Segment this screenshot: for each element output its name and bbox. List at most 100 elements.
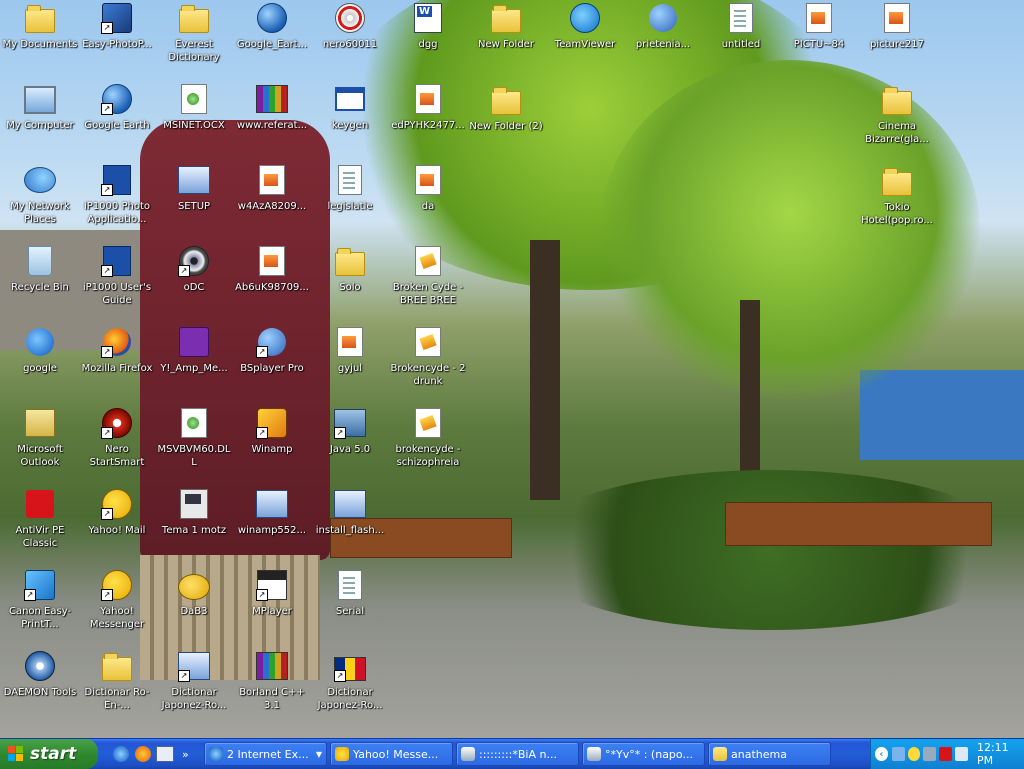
show-desktop-icon[interactable]	[156, 745, 174, 763]
desktop-icon[interactable]: www.referat...	[232, 83, 312, 161]
desktop-icon[interactable]: ↗ Dictionar Japonez-Ro...	[154, 650, 234, 728]
desktop-icon[interactable]: ↗ Yahoo! Mail	[77, 488, 157, 566]
nero-cd-icon	[334, 2, 366, 34]
desktop-icon[interactable]: dgg	[388, 2, 468, 80]
fish-icon	[178, 569, 210, 601]
desktop-icon[interactable]: My Network Places	[0, 164, 80, 242]
folder-icon	[178, 2, 210, 34]
desktop-icon[interactable]: ↗ Easy-PhotoP...	[77, 2, 157, 80]
desktop-icon[interactable]: ↗ Mozilla Firefox	[77, 326, 157, 404]
desktop-icon[interactable]: Broken Cyde - BREE BREE	[388, 245, 468, 323]
desktop-icon[interactable]: DAEMON Tools	[0, 650, 80, 728]
desktop-icon[interactable]: Cinema Bizarre(gla...	[857, 84, 937, 162]
desktop-icon[interactable]: ↗ Winamp	[232, 407, 312, 485]
desktop-icon[interactable]: New Folder (2)	[466, 84, 546, 162]
desktop-icon[interactable]: Dictionar Ro-En-...	[77, 650, 157, 728]
start-button[interactable]: start	[0, 739, 98, 769]
desktop-icon[interactable]: PICTU~84	[779, 2, 859, 80]
desktop-icon[interactable]: My Documents	[0, 2, 80, 80]
desktop-icon[interactable]: picture217	[857, 2, 937, 80]
desktop-icon-label: Cinema Bizarre(gla...	[865, 121, 929, 145]
ie-icon[interactable]	[112, 745, 130, 763]
desktop-icon[interactable]: SETUP	[154, 164, 234, 242]
desktop-icon[interactable]: Borland C++ 3.1	[232, 650, 312, 728]
daemon-tools-icon	[24, 650, 56, 682]
desktop-icon[interactable]: install_flash...	[310, 488, 390, 566]
desktop-icon[interactable]: AntiVir PE Classic	[0, 488, 80, 566]
taskbar-button[interactable]: :::::::::*BiA n...	[456, 742, 579, 766]
desktop-icon[interactable]: ↗ Java 5.0	[310, 407, 390, 485]
taskbar-button-label: °*Yv°* : (napo...	[605, 747, 693, 761]
desktop-icon[interactable]: keygen	[310, 83, 390, 161]
desktop-icon-label: keygen	[331, 120, 369, 131]
display-tray-icon[interactable]	[923, 747, 937, 761]
volume-tray-icon[interactable]	[955, 747, 968, 761]
desktop-icon[interactable]: Microsoft Outlook	[0, 407, 80, 485]
desktop-icon-label: dgg	[418, 39, 438, 50]
desktop-icon[interactable]: ↗ iP1000 Photo Applicatio...	[77, 164, 157, 242]
tree-trunk	[530, 240, 560, 500]
taskbar-button[interactable]: Yahoo! Messe...	[330, 742, 453, 766]
desktop-icon-label: Yahoo! Messenger	[89, 606, 145, 630]
folder-icon	[334, 245, 366, 277]
desktop-icon[interactable]: google	[0, 326, 80, 404]
desktop-icon-label: AntiVir PE Classic	[15, 525, 65, 549]
desktop-icon[interactable]: untitled	[701, 2, 781, 80]
desktop-icon[interactable]: Brokencyde - 2 drunk	[388, 326, 468, 404]
desktop-icon-label: Everest Dictionary	[168, 39, 220, 63]
desktop-icon[interactable]: My Computer	[0, 83, 80, 161]
desktop-icon-label: Recycle Bin	[11, 282, 69, 293]
desktop-icon[interactable]: edPYHK2477...	[388, 83, 468, 161]
desktop-icon[interactable]: gyjul	[310, 326, 390, 404]
yahoo-messenger-tray-icon[interactable]	[907, 747, 921, 761]
desktop-icon[interactable]: w4AzA8209...	[232, 164, 312, 242]
taskbar-button-label: :::::::::*BiA n...	[479, 747, 557, 761]
desktop-icon[interactable]: ↗ Nero StartSmart	[77, 407, 157, 485]
desktop-icon[interactable]: ↗ Yahoo! Messenger	[77, 569, 157, 647]
tray-expand-icon[interactable]: ‹	[875, 747, 888, 761]
flag-icon: ↗	[334, 650, 366, 682]
quick-launch-chevron-icon[interactable]: »	[182, 748, 192, 761]
desktop-icon[interactable]: ↗ Dictionar Japonez-Ro...	[310, 650, 390, 728]
antivir-tray-icon[interactable]	[939, 747, 953, 761]
desktop-icon[interactable]: Serial	[310, 569, 390, 647]
desktop-icon[interactable]: ↗ iP1000 User's Guide	[77, 245, 157, 323]
yahoo-messenger-icon: ↗	[101, 569, 133, 601]
shortcut-arrow-icon: ↗	[256, 346, 268, 358]
desktop-icon[interactable]: Y!_Amp_Me...	[154, 326, 234, 404]
desktop-icon[interactable]: DaB3	[154, 569, 234, 647]
desktop-icon[interactable]: Recycle Bin	[0, 245, 80, 323]
desktop-icon[interactable]: Solo	[310, 245, 390, 323]
taskbar-button[interactable]: anathema	[708, 742, 831, 766]
desktop-icon[interactable]: ↗ MPlayer	[232, 569, 312, 647]
desktop-icon[interactable]: ↗ oDC	[154, 245, 234, 323]
desktop-icon[interactable]: MSVBVM60.DLL	[154, 407, 234, 485]
desktop-icon-label: Ab6uK98709...	[235, 282, 309, 293]
folder-icon	[490, 84, 522, 116]
network-tray-icon[interactable]	[891, 747, 905, 761]
desktop-icon[interactable]: legislatie	[310, 164, 390, 242]
firefox-icon[interactable]	[134, 745, 152, 763]
desktop-icon[interactable]: brokencyde - schizophreia	[388, 407, 468, 485]
desktop-icon[interactable]: prietenia...	[623, 2, 703, 80]
desktop-icon-label: Broken Cyde - BREE BREE	[392, 282, 464, 306]
desktop-icon[interactable]: TeamViewer	[545, 2, 625, 80]
taskbar-button[interactable]: °*Yv°* : (napo...	[582, 742, 705, 766]
desktop-icon[interactable]: Everest Dictionary	[154, 2, 234, 80]
shortcut-arrow-icon: ↗	[101, 22, 113, 34]
desktop-icon[interactable]: New Folder	[466, 2, 546, 80]
desktop-icon[interactable]: winamp552...	[232, 488, 312, 566]
desktop-icon[interactable]: Tema 1 motz	[154, 488, 234, 566]
desktop-icon[interactable]: Google_Eart...	[232, 2, 312, 80]
desktop-icon[interactable]: Ab6uK98709...	[232, 245, 312, 323]
setup-icon	[334, 488, 366, 520]
desktop-icon[interactable]: ↗ BSplayer Pro	[232, 326, 312, 404]
desktop-icon[interactable]: ↗ Canon Easy-PrintT...	[0, 569, 80, 647]
desktop-icon[interactable]: da	[388, 164, 468, 242]
desktop-icon[interactable]: nero60011	[310, 2, 390, 80]
desktop-icon[interactable]: ↗ Google Earth	[77, 83, 157, 161]
desktop-icon[interactable]: MSINET.OCX	[154, 83, 234, 161]
setup-icon: ↗	[178, 650, 210, 682]
taskbar-button[interactable]: 2 Internet Ex... ▼	[204, 742, 327, 766]
desktop-icon[interactable]: Tokio Hotel(pop.ro...	[857, 165, 937, 243]
